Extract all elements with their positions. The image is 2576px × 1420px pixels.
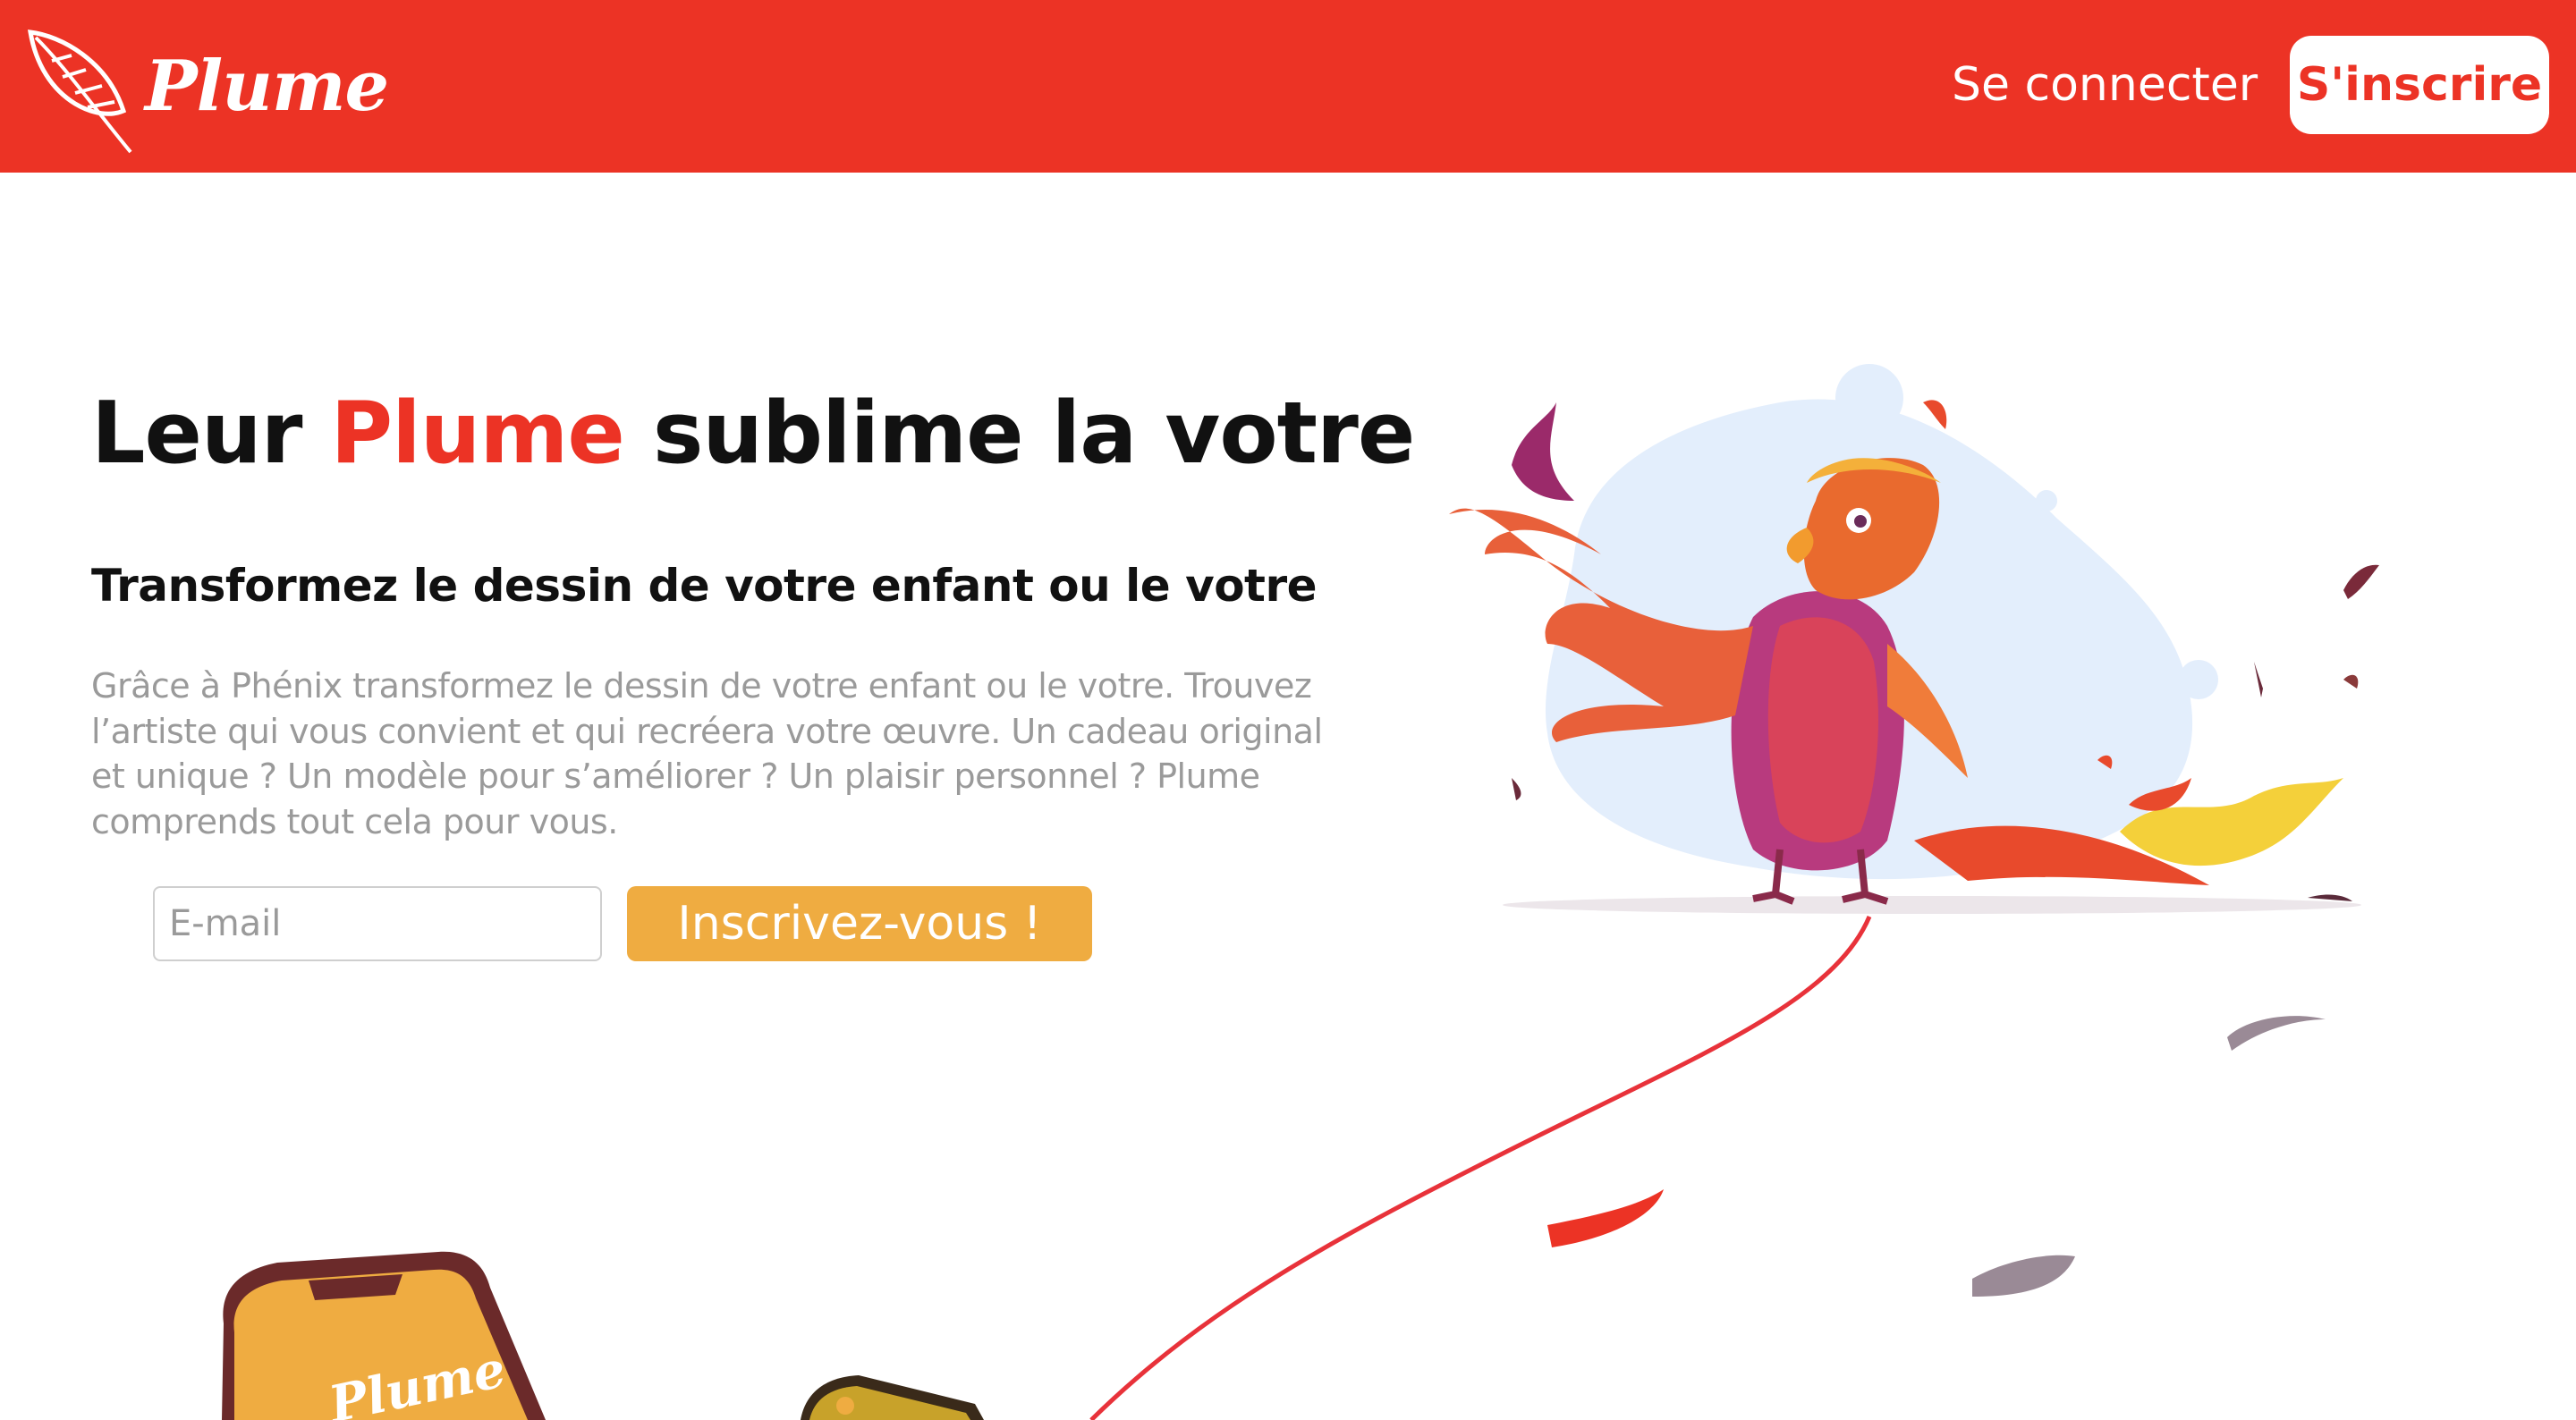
- hero-title-prefix: Leur: [91, 385, 331, 483]
- login-link[interactable]: Se connecter: [1952, 52, 2258, 118]
- signup-submit-button[interactable]: Inscrivez-vous !: [627, 886, 1092, 961]
- hero-subtitle: Transformez le dessin de votre enfant ou…: [91, 560, 1318, 612]
- phone-mockup-right: [801, 1375, 984, 1420]
- hero-title: Leur Plume sublime la votre: [91, 380, 1415, 487]
- phone-mockup-left: Plume: [222, 1251, 546, 1420]
- hero-title-suffix: sublime la votre: [623, 385, 1415, 483]
- signup-button[interactable]: S'inscrire: [2290, 36, 2549, 134]
- feather-icon: [27, 30, 132, 154]
- hero-title-accent: Plume: [330, 385, 625, 483]
- hero-description: Grâce à Phénix transformez le dessin de …: [91, 666, 1323, 841]
- brand-name: Plume: [145, 46, 389, 127]
- email-input[interactable]: [153, 886, 602, 961]
- brand-logo[interactable]: Plume: [25, 25, 389, 159]
- top-navbar: Plume Se connecter S'inscrire: [0, 0, 2576, 173]
